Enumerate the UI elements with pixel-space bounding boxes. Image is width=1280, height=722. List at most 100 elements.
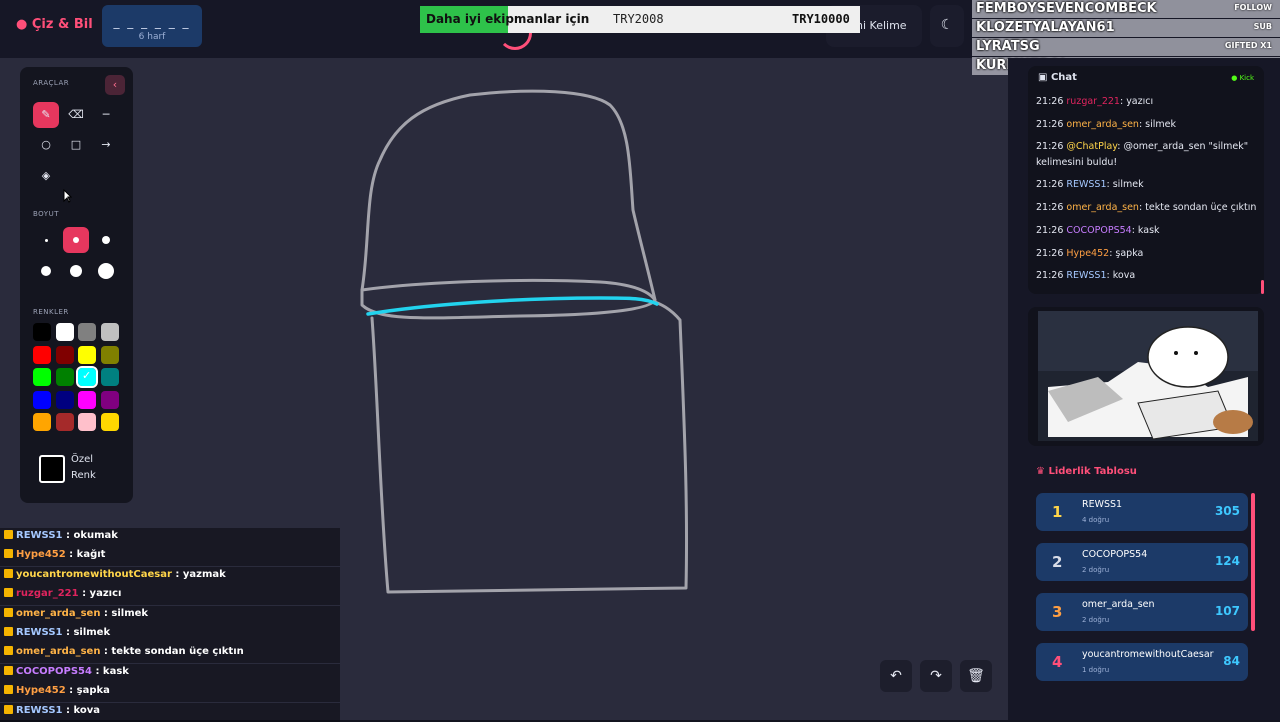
platform-label: Kick [1239, 74, 1254, 82]
user-badge-icon [4, 588, 13, 598]
event-kind: FOLLOW [1234, 3, 1272, 12]
chat-text: : silmek [1106, 179, 1144, 191]
color-swatch[interactable] [55, 413, 74, 431]
kick-status: ● Kick [1231, 74, 1254, 82]
chat-overlay-line: REWSS1 : kova [0, 702, 340, 722]
chat-text: : tekte sondan üçe çıktın [100, 646, 244, 658]
chat-time: 21:26 [1036, 224, 1067, 236]
leaderboard-scrollbar[interactable] [1251, 493, 1255, 631]
leaderboard-rank: 4 [1052, 653, 1063, 671]
brush-icon: ✎ [41, 108, 51, 121]
leaderboard-name: omer_arda_sen [1082, 599, 1155, 610]
leaderboard-name: youcantromewithoutCaesar [1082, 649, 1214, 660]
chat-text: : yazıcı [78, 588, 122, 600]
cat-typing-image [1038, 311, 1258, 441]
color-swatch[interactable] [78, 323, 96, 341]
clear-canvas-button[interactable]: 🗑 [960, 660, 992, 692]
size-option-5[interactable] [63, 258, 89, 284]
chat-username: REWSS1 [16, 704, 63, 716]
chat-username: REWSS1 [16, 530, 63, 541]
color-swatch[interactable] [55, 323, 74, 341]
color-swatch[interactable]: ✓ [76, 366, 98, 388]
color-swatch[interactable] [55, 345, 74, 364]
color-swatch[interactable] [55, 368, 74, 386]
color-swatch[interactable] [100, 323, 119, 341]
user-badge-icon [4, 627, 13, 636]
fill-tool-button[interactable]: ◈ [33, 163, 59, 189]
redo-button[interactable]: ↷ [920, 660, 952, 692]
circle-icon: ○ [41, 138, 51, 151]
size-option-3[interactable] [93, 227, 119, 253]
color-swatch[interactable] [33, 345, 51, 364]
chat-header: ▣ Chat [1038, 72, 1077, 83]
color-swatch[interactable] [100, 413, 119, 431]
stream-image-box [1028, 307, 1264, 446]
size-option-1[interactable] [33, 227, 59, 253]
word-hint-box: _ _ _ _ _ _ 6 harf [102, 5, 202, 47]
collapse-panel-button[interactable]: ‹ [105, 75, 125, 95]
theme-toggle-button[interactable]: ☾ [930, 5, 964, 47]
color-swatch[interactable] [33, 368, 51, 386]
user-badge-icon [4, 549, 13, 559]
custom-color-label-line1: Özel [71, 454, 94, 465]
color-swatch[interactable] [33, 413, 51, 431]
user-badge-icon [4, 607, 13, 617]
color-swatch[interactable] [78, 345, 96, 364]
donation-current: TRY2008 [613, 12, 664, 26]
custom-color-preview [39, 455, 65, 483]
rectangle-tool-button[interactable]: □ [63, 132, 89, 158]
chat-message: 21:26 @ChatPlay: @omer_arda_sen "silmek"… [1036, 139, 1258, 171]
leaderboard-rank: 1 [1052, 503, 1063, 521]
color-swatch[interactable] [33, 390, 51, 409]
chat-username: omer_arda_sen [1066, 118, 1139, 130]
eraser-tool-button[interactable]: ⌫ [63, 102, 89, 128]
size-option-4[interactable] [33, 258, 59, 284]
chat-username: ruzgar_221 [1066, 96, 1120, 107]
leaderboard-score: 305 [1214, 504, 1240, 518]
crown-icon: ♛ [1036, 466, 1045, 477]
undo-button[interactable]: ↶ [880, 660, 912, 692]
color-swatch[interactable] [100, 345, 119, 364]
brush-tool-button[interactable]: ✎ [33, 102, 59, 128]
color-swatch[interactable] [78, 390, 96, 409]
chat-username: omer_arda_sen [1066, 202, 1139, 214]
chat-text: : okumak [62, 530, 118, 541]
leaderboard-row[interactable]: 4 youcantromewithoutCaesar 1 doğru 84 [1036, 643, 1248, 681]
leaderboard-score: 124 [1214, 554, 1240, 568]
color-swatch[interactable] [55, 390, 74, 409]
leaderboard-row[interactable]: 1 REWSS1 4 doğru 305 [1036, 493, 1248, 531]
chevron-left-icon: ‹ [112, 78, 118, 91]
circle-tool-button[interactable]: ○ [33, 132, 59, 158]
chat-text: : kova [62, 704, 100, 716]
color-swatch[interactable] [33, 323, 51, 341]
leaderboard-row[interactable]: 2 COCOPOPS54 2 doğru 124 [1036, 543, 1248, 581]
chat-overlay-line: Hype452 : kağıt [0, 547, 340, 567]
leaderboard-name: COCOPOPS54 [1082, 549, 1148, 560]
color-swatch[interactable] [100, 368, 119, 386]
line-tool-button[interactable]: ─ [93, 102, 119, 128]
event-name: LYRATSG [976, 39, 1040, 54]
rectangle-icon: □ [70, 138, 82, 151]
chat-username: omer_arda_sen [16, 607, 101, 619]
leaderboard-row[interactable]: 3 omer_arda_sen 2 doğru 107 [1036, 593, 1248, 631]
size-option-6[interactable] [93, 258, 119, 284]
app-logo[interactable]: ● Çiz & Bil [16, 17, 93, 32]
color-swatch[interactable] [100, 390, 119, 409]
chat-panel: ▣ Chat ● Kick 21:26 ruzgar_221: yazıcı 21… [1028, 66, 1264, 294]
user-badge-icon [4, 704, 13, 714]
chat-icon: ▣ [1038, 72, 1048, 83]
stream-chat-overlay: REWSS1 : okumak Hype452 : kağıt youcantrom… [0, 528, 340, 722]
size-option-2[interactable] [63, 227, 89, 253]
chat-username: REWSS1 [1066, 270, 1107, 282]
tools-section-label: ARAÇLAR [33, 79, 70, 87]
chat-time: 21:26 [1036, 118, 1067, 130]
chat-message: 21:26 Hype452: şapka [1036, 246, 1258, 262]
event-row: KLOZETYALAYAN61 SUB [972, 19, 1280, 37]
leaderboard-rank: 3 [1052, 603, 1063, 621]
leaderboard-correct-count: 1 doğru [1082, 666, 1110, 674]
arrow-tool-button[interactable]: → [93, 132, 119, 158]
color-swatch[interactable] [78, 413, 96, 431]
custom-color-button[interactable]: Özel Renk [33, 450, 121, 490]
event-row: LYRATSG GIFTED X1 [972, 38, 1280, 56]
chat-scrollbar[interactable] [1261, 280, 1264, 294]
